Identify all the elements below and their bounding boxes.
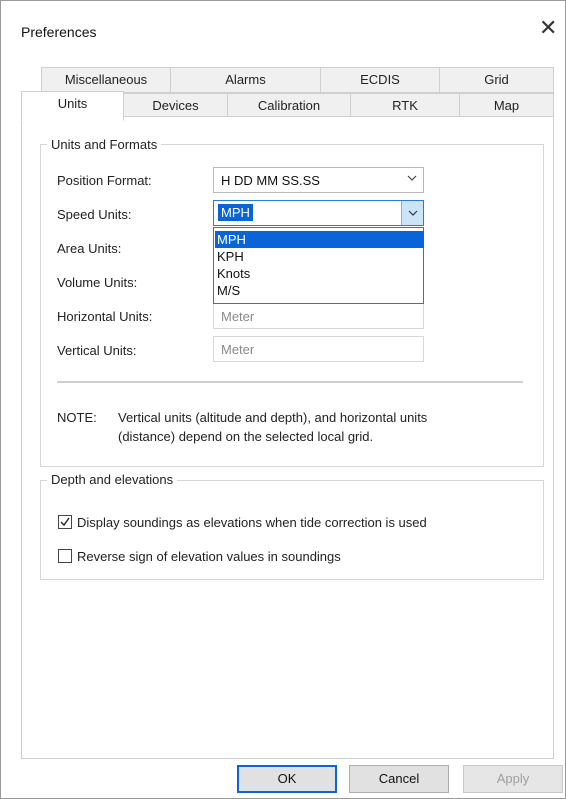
vertical-units-label: Vertical Units:: [57, 343, 137, 358]
speed-option-kph[interactable]: KPH: [215, 248, 424, 265]
window-title: Preferences: [21, 24, 97, 40]
vertical-units-value: Meter: [221, 342, 255, 357]
tab-units[interactable]: Units: [21, 91, 124, 121]
speed-option-ms[interactable]: M/S: [215, 282, 424, 299]
speed-option-mph[interactable]: MPH: [215, 231, 424, 248]
tab-alarms[interactable]: Alarms: [170, 67, 321, 93]
position-format-label: Position Format:: [57, 173, 152, 188]
horizontal-units-label: Horizontal Units:: [57, 309, 153, 324]
soundings-as-elevations-label[interactable]: Display soundings as elevations when tid…: [77, 515, 427, 530]
vertical-units-field: Meter: [213, 336, 424, 362]
depth-and-elevations-group: [40, 480, 544, 580]
check-icon: [60, 517, 70, 527]
horizontal-units-value: Meter: [221, 309, 255, 324]
reverse-sign-checkbox[interactable]: [58, 549, 72, 563]
tab-miscellaneous[interactable]: Miscellaneous: [41, 67, 171, 93]
reverse-sign-label[interactable]: Reverse sign of elevation values in soun…: [77, 549, 341, 564]
horizontal-units-field: Meter: [213, 303, 424, 329]
apply-button[interactable]: Apply: [463, 765, 563, 793]
speed-units-label: Speed Units:: [57, 207, 132, 222]
position-format-select[interactable]: H DD MM SS.SS: [213, 167, 424, 193]
speed-option-knots[interactable]: Knots: [215, 265, 424, 282]
soundings-as-elevations-checkbox[interactable]: [58, 515, 72, 529]
note-text-line2: (distance) depend on the selected local …: [118, 429, 374, 444]
speed-units-dropdown-button[interactable]: [401, 201, 423, 225]
speed-units-dropdown-list: MPH KPH Knots M/S: [213, 227, 424, 304]
close-icon[interactable]: ✕: [539, 17, 557, 39]
chevron-down-icon: [407, 175, 417, 181]
ok-button[interactable]: OK: [237, 765, 337, 793]
speed-units-value: MPH: [218, 204, 253, 221]
preferences-dialog: Preferences ✕ Miscellaneous Alarms ECDIS…: [0, 0, 566, 799]
units-and-formats-title: Units and Formats: [47, 137, 162, 152]
position-format-value: H DD MM SS.SS: [221, 173, 320, 188]
area-units-label: Area Units:: [57, 241, 122, 256]
title-bar: Preferences ✕: [1, 1, 565, 61]
volume-units-label: Volume Units:: [57, 275, 138, 290]
note-text-line1: Vertical units (altitude and depth), and…: [118, 410, 428, 425]
tab-grid[interactable]: Grid: [439, 67, 554, 93]
note-label: NOTE:: [57, 410, 97, 425]
chevron-down-icon: [408, 210, 418, 216]
speed-units-select[interactable]: MPH: [213, 200, 424, 226]
cancel-button[interactable]: Cancel: [349, 765, 449, 793]
divider: [57, 381, 523, 383]
depth-and-elevations-title: Depth and elevations: [47, 472, 178, 487]
tab-ecdis[interactable]: ECDIS: [320, 67, 440, 93]
